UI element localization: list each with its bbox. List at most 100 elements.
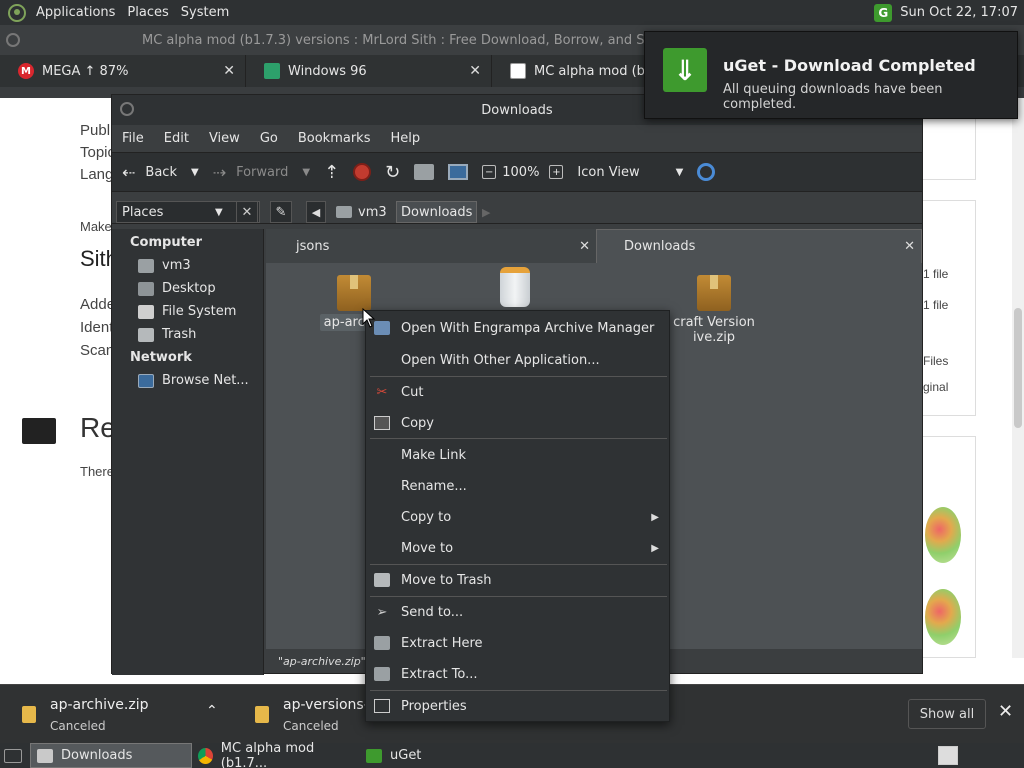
taskbar-item-label: Downloads bbox=[61, 748, 133, 763]
stop-icon[interactable] bbox=[353, 163, 372, 181]
download-complete-notification[interactable]: ⇓ uGet - Download Completed All queuing … bbox=[644, 31, 1018, 119]
menu-separator bbox=[370, 690, 667, 691]
page-text-fragment: Ident bbox=[80, 319, 114, 336]
page-text-fragment: Make bbox=[80, 219, 112, 234]
scissors-icon: ✂ bbox=[376, 384, 388, 400]
chevron-up-icon[interactable]: ⌃ bbox=[206, 703, 218, 719]
uget-tray-icon[interactable]: G bbox=[874, 3, 893, 22]
menu-bookmarks[interactable]: Bookmarks bbox=[292, 131, 377, 146]
tab-downloads[interactable]: Downloads ✕ bbox=[596, 229, 922, 263]
menu-item-open-with-engrampa[interactable]: Open With Engrampa Archive Manager bbox=[366, 316, 669, 340]
file-item[interactable]: craft Version ive.zip bbox=[664, 275, 764, 345]
menu-item-copy[interactable]: Copy bbox=[366, 411, 669, 435]
back-button[interactable]: ⇠ Back ▼ bbox=[122, 163, 199, 182]
thumbnail-image[interactable] bbox=[925, 507, 961, 563]
all-files-link[interactable]: Files bbox=[923, 354, 948, 368]
menu-help[interactable]: Help bbox=[384, 131, 426, 146]
places-menu[interactable]: Places bbox=[121, 5, 174, 20]
sidebar-item-trash[interactable]: Trash bbox=[138, 327, 196, 342]
window-menu-icon[interactable] bbox=[6, 33, 20, 47]
chevron-right-icon[interactable]: ▶ bbox=[482, 201, 498, 223]
menu-item-rename[interactable]: Rename... bbox=[366, 474, 669, 498]
folder-icon bbox=[37, 748, 53, 763]
system-menu[interactable]: System bbox=[175, 5, 235, 20]
window-menu-icon[interactable] bbox=[120, 102, 134, 116]
chevron-down-icon[interactable]: ▼ bbox=[191, 167, 199, 178]
reload-icon[interactable]: ↻ bbox=[385, 162, 400, 183]
taskbar-item-browser[interactable]: MC alpha mod (b1.7... bbox=[192, 740, 360, 768]
close-icon[interactable]: ✕ bbox=[998, 701, 1013, 722]
show-desktop-icon[interactable] bbox=[4, 748, 22, 763]
close-tab-icon[interactable]: ✕ bbox=[469, 63, 481, 79]
zoom-in-icon[interactable]: + bbox=[549, 165, 564, 179]
menu-item-send-to[interactable]: ➢ Send to... bbox=[366, 600, 669, 624]
chevron-left-icon[interactable]: ◀ bbox=[306, 201, 326, 223]
file-item[interactable] bbox=[482, 267, 548, 311]
close-tab-icon[interactable]: ✕ bbox=[904, 239, 915, 254]
menu-item-move-to[interactable]: Move to ▶ bbox=[366, 536, 669, 560]
view-mode-select[interactable]: Icon View ▼ bbox=[577, 165, 683, 180]
menu-item-cut[interactable]: ✂ Cut bbox=[366, 380, 669, 404]
sidebar-item-desktop[interactable]: Desktop bbox=[138, 281, 216, 296]
home-folder-icon[interactable] bbox=[414, 164, 435, 180]
computer-icon[interactable] bbox=[448, 164, 469, 180]
taskbar-item-uget[interactable]: uGet bbox=[360, 743, 460, 768]
scrollbar-thumb[interactable] bbox=[1014, 308, 1022, 428]
breadcrumb-downloads[interactable]: Downloads bbox=[396, 201, 478, 223]
chevron-down-icon[interactable]: ▼ bbox=[302, 167, 310, 178]
zoom-out-icon[interactable]: − bbox=[482, 165, 497, 179]
search-icon[interactable] bbox=[697, 163, 716, 181]
page-text-fragment: Topic bbox=[80, 144, 116, 161]
up-arrow-icon[interactable]: ⇡ bbox=[324, 162, 339, 183]
uget-icon bbox=[366, 748, 382, 763]
browser-tab-mega[interactable]: M MEGA ↑ 87% ✕ bbox=[0, 55, 246, 87]
sidebar-item-filesystem[interactable]: File System bbox=[138, 304, 236, 319]
menu-separator bbox=[370, 438, 667, 439]
download-item[interactable]: ap-archive.zip Canceled bbox=[22, 685, 148, 744]
browser-tab-windows96[interactable]: Windows 96 ✕ bbox=[246, 55, 492, 87]
menu-item-move-to-trash[interactable]: Move to Trash bbox=[366, 568, 669, 592]
toolbar: ⇠ Back ▼ ⇢ Forward ▼ ⇡ ↻ − 100% + Icon V… bbox=[112, 152, 922, 192]
related-card bbox=[920, 436, 976, 658]
sidebar-item-browse-network[interactable]: Browse Net... bbox=[138, 373, 249, 388]
applications-menu[interactable]: Applications bbox=[30, 5, 121, 20]
taskbar-item-downloads[interactable]: Downloads bbox=[30, 743, 192, 768]
extract-to-icon bbox=[374, 667, 390, 681]
close-sidebar-icon[interactable]: ✕ bbox=[236, 201, 258, 223]
close-tab-icon[interactable]: ✕ bbox=[579, 239, 590, 254]
zoom-control[interactable]: − 100% + bbox=[482, 164, 564, 180]
sidebar-item-label: Browse Net... bbox=[162, 373, 249, 388]
edit-path-icon[interactable]: ✎ bbox=[270, 201, 292, 223]
breadcrumb-vm3[interactable]: vm3 bbox=[332, 201, 391, 223]
thumbnail-image[interactable] bbox=[925, 589, 961, 645]
menu-view[interactable]: View bbox=[203, 131, 246, 146]
menu-item-make-link[interactable]: Make Link bbox=[366, 443, 669, 467]
menu-item-copy-to[interactable]: Copy to ▶ bbox=[366, 505, 669, 529]
sidebar-item-label: File System bbox=[162, 304, 237, 319]
menu-edit[interactable]: Edit bbox=[158, 131, 195, 146]
download-item[interactable]: ap-versions-c Canceled bbox=[255, 685, 376, 744]
menu-item-open-with-other[interactable]: Open With Other Application... bbox=[366, 348, 669, 372]
clock[interactable]: Sun Oct 22, 17:07 bbox=[900, 5, 1018, 20]
file-count: 1 file bbox=[923, 298, 949, 312]
workspace-switcher-icon[interactable] bbox=[938, 746, 958, 765]
forward-label: Forward bbox=[236, 164, 289, 180]
original-link[interactable]: ginal bbox=[923, 380, 948, 394]
sidebar-item-vm3[interactable]: vm3 bbox=[138, 258, 191, 273]
back-label: Back bbox=[145, 164, 177, 180]
menu-go[interactable]: Go bbox=[254, 131, 284, 146]
close-tab-icon[interactable]: ✕ bbox=[223, 63, 235, 79]
distro-logo-icon bbox=[8, 3, 26, 22]
tab-label: Downloads bbox=[624, 239, 696, 254]
menu-item-properties[interactable]: Properties bbox=[366, 694, 669, 718]
menu-item-extract-here[interactable]: Extract Here bbox=[366, 631, 669, 655]
show-all-button[interactable]: Show all bbox=[908, 699, 986, 729]
page-scrollbar[interactable] bbox=[1012, 98, 1024, 658]
zoom-level: 100% bbox=[502, 164, 540, 180]
menu-file[interactable]: File bbox=[116, 131, 150, 146]
menu-item-extract-to[interactable]: Extract To... bbox=[366, 662, 669, 686]
tab-jsons[interactable]: jsons ✕ bbox=[266, 229, 596, 263]
taskbar-item-label: MC alpha mod (b1.7... bbox=[220, 740, 315, 768]
context-menu: Open With Engrampa Archive Manager Open … bbox=[365, 310, 670, 722]
forward-button[interactable]: ⇢ Forward ▼ bbox=[213, 163, 310, 182]
